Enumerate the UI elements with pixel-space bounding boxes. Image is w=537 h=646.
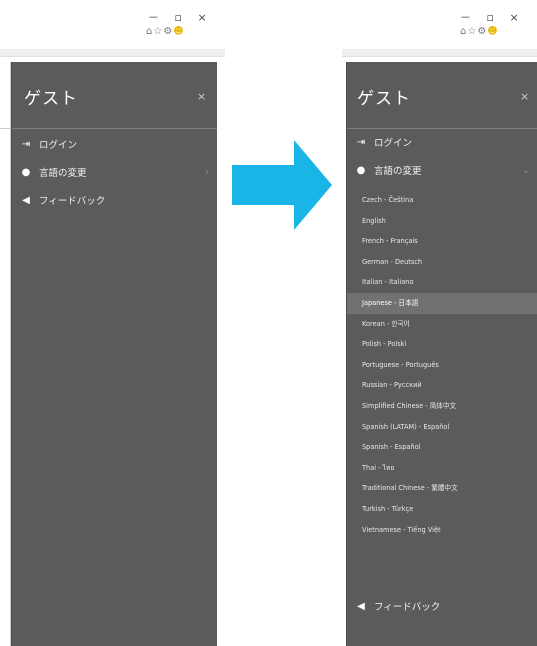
star-icon[interactable]: ☆ — [153, 26, 163, 37]
settings-icon[interactable]: ⚙ — [163, 26, 173, 37]
tab-strip-after — [342, 49, 537, 57]
language-option[interactable]: Spanish - Español — [347, 437, 537, 458]
language-option[interactable]: Traditional Chinese - 繁體中文 — [347, 478, 537, 499]
language-option[interactable]: German - Deutsch — [347, 252, 537, 273]
menu-item-language[interactable]: ● 言語の変更 ⌄ — [347, 160, 537, 180]
language-option[interactable]: Polish - Polski — [347, 334, 537, 355]
smiley-icon[interactable]: ☻ — [487, 26, 498, 37]
language-option[interactable]: Russian - Русский — [347, 375, 537, 396]
language-option[interactable]: Italian - Italiano — [347, 272, 537, 293]
panel-title: ゲスト — [357, 89, 411, 109]
browser-toolbar-before: － ▫ × ⌂☆⚙☻ — [0, 0, 225, 50]
menu-item-label: 言語の変更 — [374, 166, 422, 177]
side-panel-after: ゲスト × ⇥ ログイン ● 言語の変更 ⌄ Czech - Čeština E… — [346, 62, 537, 646]
menu-item-label: ログイン — [39, 140, 78, 151]
menu-item-label: 言語の変更 — [39, 168, 87, 179]
star-icon[interactable]: ☆ — [467, 26, 477, 37]
panel-title: ゲスト — [24, 89, 78, 109]
panel-divider — [12, 128, 217, 129]
page-edge-before-line — [0, 128, 10, 129]
globe-icon: ● — [356, 164, 366, 176]
menu-item-login[interactable]: ⇥ ログイン — [347, 132, 537, 152]
menu-item-language[interactable]: ● 言語の変更 › — [12, 162, 217, 182]
toolbar-icons: ⌂☆⚙☻ — [146, 26, 185, 37]
language-list: Czech - Čeština English French - Françai… — [347, 190, 537, 540]
arrow-right-icon — [232, 140, 332, 230]
sign-in-icon: ⇥ — [356, 136, 366, 148]
tab-strip-before — [0, 49, 225, 57]
menu-item-label: フィードバック — [374, 602, 441, 613]
side-panel-before: ゲスト × ⇥ ログイン ● 言語の変更 › ◀ フィードバック — [11, 62, 217, 646]
language-option[interactable]: Korean - 한국어 — [347, 314, 537, 335]
settings-icon[interactable]: ⚙ — [477, 26, 487, 37]
language-option[interactable]: Thai - ไทย — [347, 458, 537, 479]
smiley-icon[interactable]: ☻ — [173, 26, 184, 37]
language-option-selected[interactable]: Japanese - 日本語 — [347, 292, 537, 314]
menu-item-feedback[interactable]: ◀ フィードバック — [12, 190, 217, 210]
browser-toolbar-after: － ▫ × ⌂☆⚙☻ — [342, 0, 537, 50]
menu-item-login[interactable]: ⇥ ログイン — [12, 134, 217, 154]
menu-item-feedback[interactable]: ◀ フィードバック — [347, 596, 537, 616]
language-option[interactable]: French - Français — [347, 231, 537, 252]
language-option[interactable]: Turkish - Türkçe — [347, 499, 537, 520]
language-option[interactable]: English — [347, 211, 537, 232]
window-controls[interactable]: － ▫ × — [148, 9, 213, 25]
language-option[interactable]: Czech - Čeština — [347, 190, 537, 211]
globe-icon: ● — [21, 166, 31, 178]
megaphone-icon: ◀ — [357, 600, 365, 612]
close-button[interactable]: × — [197, 90, 206, 103]
panel-divider — [347, 128, 537, 129]
language-option[interactable]: Vietnamese - Tiếng Việt — [347, 520, 537, 541]
sign-in-icon: ⇥ — [21, 138, 31, 150]
window-controls[interactable]: － ▫ × — [460, 9, 525, 25]
language-option[interactable]: Simplified Chinese - 简体中文 — [347, 396, 537, 417]
toolbar-icons: ⌂☆⚙☻ — [460, 26, 499, 37]
chevron-down-icon: ⌄ — [521, 164, 530, 176]
language-option[interactable]: Portuguese - Português — [347, 355, 537, 376]
megaphone-icon: ◀ — [22, 194, 30, 206]
menu-item-label: フィードバック — [39, 196, 106, 207]
language-option[interactable]: Spanish (LATAM) - Español — [347, 417, 537, 438]
menu-item-label: ログイン — [374, 138, 413, 149]
close-button[interactable]: × — [520, 90, 529, 103]
chevron-right-icon: › — [205, 166, 209, 178]
